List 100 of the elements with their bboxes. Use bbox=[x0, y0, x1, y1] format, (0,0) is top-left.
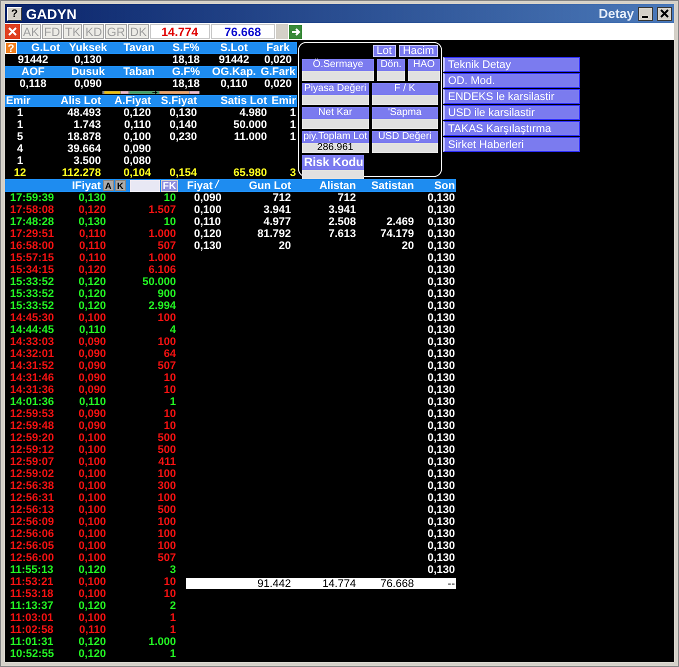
table-cell-text: 0,110 bbox=[193, 216, 222, 228]
time-cell-text: 14:44:45 bbox=[9, 324, 56, 336]
table-cell-text: 0,100 bbox=[122, 131, 152, 143]
table-cell-text: 1 bbox=[16, 107, 24, 119]
menu-button[interactable]: USD ile karsilastir bbox=[443, 105, 580, 120]
price-cell-text: 0,120 bbox=[77, 204, 107, 216]
value-field bbox=[372, 143, 438, 153]
table-cell-text: 39.664 bbox=[66, 143, 102, 155]
column-header: Emir bbox=[5, 95, 32, 107]
time-cell-text: 11:53:21 bbox=[9, 576, 54, 588]
table-cell-text: 3.941 bbox=[327, 204, 357, 216]
price-cell-text: 0,090 bbox=[77, 408, 107, 420]
time-cell-text: 15:33:52 bbox=[9, 276, 56, 288]
lot-cell-text: 1.000 bbox=[147, 228, 177, 240]
menu-button[interactable]: Teknik Detay bbox=[443, 57, 580, 72]
table-cell-text: 0,130 bbox=[426, 252, 456, 264]
column-header: Fiyat bbox=[186, 179, 226, 192]
table-cell-text: 0,120 bbox=[193, 228, 223, 240]
time-cell-text: 14:45:30 bbox=[9, 312, 56, 324]
column-header: Emir bbox=[270, 95, 297, 107]
field-label: Ö.Sermaye bbox=[302, 59, 374, 71]
fk-button[interactable]: FK bbox=[160, 180, 178, 192]
minimize-icon[interactable] bbox=[638, 6, 653, 20]
lot-cell-text: 10 bbox=[162, 192, 177, 204]
lot-cell-text: 10 bbox=[162, 420, 177, 432]
table-cell-text: 0,130 bbox=[426, 228, 456, 240]
table-cell-text: 0,120 bbox=[122, 107, 152, 119]
input-field[interactable] bbox=[130, 180, 160, 192]
table-cell-text: 91442 bbox=[16, 54, 50, 66]
column-header: Satis Lot bbox=[220, 95, 268, 107]
value-field bbox=[408, 71, 440, 81]
time-cell-text: 12:56:05 bbox=[9, 540, 56, 552]
table-cell-text: 18.878 bbox=[66, 131, 102, 143]
time-cell-text: 11:01:31 bbox=[9, 636, 54, 648]
price-cell-text: 0,090 bbox=[77, 420, 107, 432]
total-cell-text: 76.668 bbox=[379, 578, 415, 590]
filter-button[interactable]: A bbox=[102, 180, 114, 191]
lot-cell-text: 50.000 bbox=[141, 276, 177, 288]
table-cell-text: 0,110 bbox=[123, 119, 152, 131]
table-cell-text: 0,020 bbox=[263, 54, 293, 66]
time-cell-text: 15:34:15 bbox=[9, 264, 56, 276]
total-cell-text: 91.442 bbox=[256, 578, 292, 590]
arrow-icon[interactable] bbox=[288, 24, 302, 38]
price-cell-text: 0,110 bbox=[78, 240, 107, 252]
table-cell-text: 91442 bbox=[218, 54, 250, 66]
value-field bbox=[302, 119, 368, 129]
time-cell-text: 10:52:55 bbox=[9, 648, 56, 660]
column-header: G.Lot bbox=[30, 42, 61, 54]
time-cell-text: 12:59:20 bbox=[9, 432, 56, 444]
close-icon[interactable] bbox=[657, 6, 672, 20]
table-cell-text: 0,130 bbox=[426, 288, 456, 300]
field-label: Piyasa Değeri bbox=[302, 83, 368, 95]
toggle-button[interactable]: Hacim bbox=[398, 45, 438, 57]
table-cell-text: 20 bbox=[400, 240, 415, 252]
menu-button[interactable]: TAKAS Karşılaştırma bbox=[443, 121, 580, 136]
lot-cell-text: 500 bbox=[156, 444, 177, 456]
price-cell-text: 0,110 bbox=[78, 624, 107, 636]
help-button[interactable]: ? bbox=[5, 42, 17, 54]
table-cell-text: 0,130 bbox=[426, 336, 456, 348]
time-cell-text: 14:33:03 bbox=[9, 336, 56, 348]
menu-button[interactable]: Sirket Haberleri bbox=[443, 137, 580, 152]
column-header: S.Lot bbox=[219, 42, 249, 54]
time-cell-text: 12:59:53 bbox=[9, 408, 56, 420]
help-button[interactable]: ? bbox=[7, 6, 22, 20]
lot-cell-text: 2.994 bbox=[147, 300, 177, 312]
price-cell-text: 0,120 bbox=[77, 264, 107, 276]
value-field: 14.774 bbox=[150, 24, 210, 39]
table-cell-text: 0,130 bbox=[426, 492, 456, 504]
table-cell-text: 0,130 bbox=[426, 396, 456, 408]
menu-button[interactable]: OD. Mod. bbox=[443, 73, 580, 88]
time-cell-text: 17:29:51 bbox=[9, 228, 56, 240]
toggle-button[interactable]: Lot bbox=[372, 45, 396, 57]
table-cell-text: 50.000 bbox=[232, 119, 268, 131]
lot-cell-text: 507 bbox=[156, 552, 177, 564]
table-cell-text: 3.500 bbox=[72, 155, 102, 167]
field-label: Net Kar bbox=[302, 107, 368, 119]
table-cell-text: 0,090 bbox=[193, 192, 223, 204]
table-cell-text: 18,18 bbox=[171, 54, 201, 66]
lot-cell-text: 1 bbox=[168, 396, 177, 408]
table-cell-text: 0,130 bbox=[426, 360, 456, 372]
price-cell-text: 0,120 bbox=[77, 564, 107, 576]
column-header: Dusuk bbox=[70, 66, 106, 78]
table-cell-text: 0,130 bbox=[426, 276, 456, 288]
lot-cell-text: 100 bbox=[156, 312, 177, 324]
price-cell-text: 0,120 bbox=[77, 276, 107, 288]
table-cell-text: 0,130 bbox=[426, 456, 456, 468]
time-cell-text: 11:03:01 bbox=[9, 612, 54, 624]
lot-cell-text: 1 bbox=[168, 624, 177, 636]
table-cell-text: 0,130 bbox=[426, 504, 456, 516]
table-cell-text: 4.980 bbox=[238, 107, 268, 119]
table-cell-text: 0,130 bbox=[193, 240, 223, 252]
time-cell-text: 11:55:13 bbox=[9, 564, 54, 576]
table-cell-text: 2.508 bbox=[327, 216, 357, 228]
filter-button[interactable]: K bbox=[114, 180, 126, 191]
table-cell-text: 112.278 bbox=[60, 167, 102, 179]
table-cell-text: 0,130 bbox=[426, 192, 456, 204]
table-cell-text: 0,130 bbox=[426, 264, 456, 276]
menu-button[interactable]: ENDEKS le karsilastir bbox=[443, 89, 580, 104]
price-cell-text: 0,100 bbox=[77, 480, 107, 492]
price-cell-text: 0,100 bbox=[77, 492, 107, 504]
